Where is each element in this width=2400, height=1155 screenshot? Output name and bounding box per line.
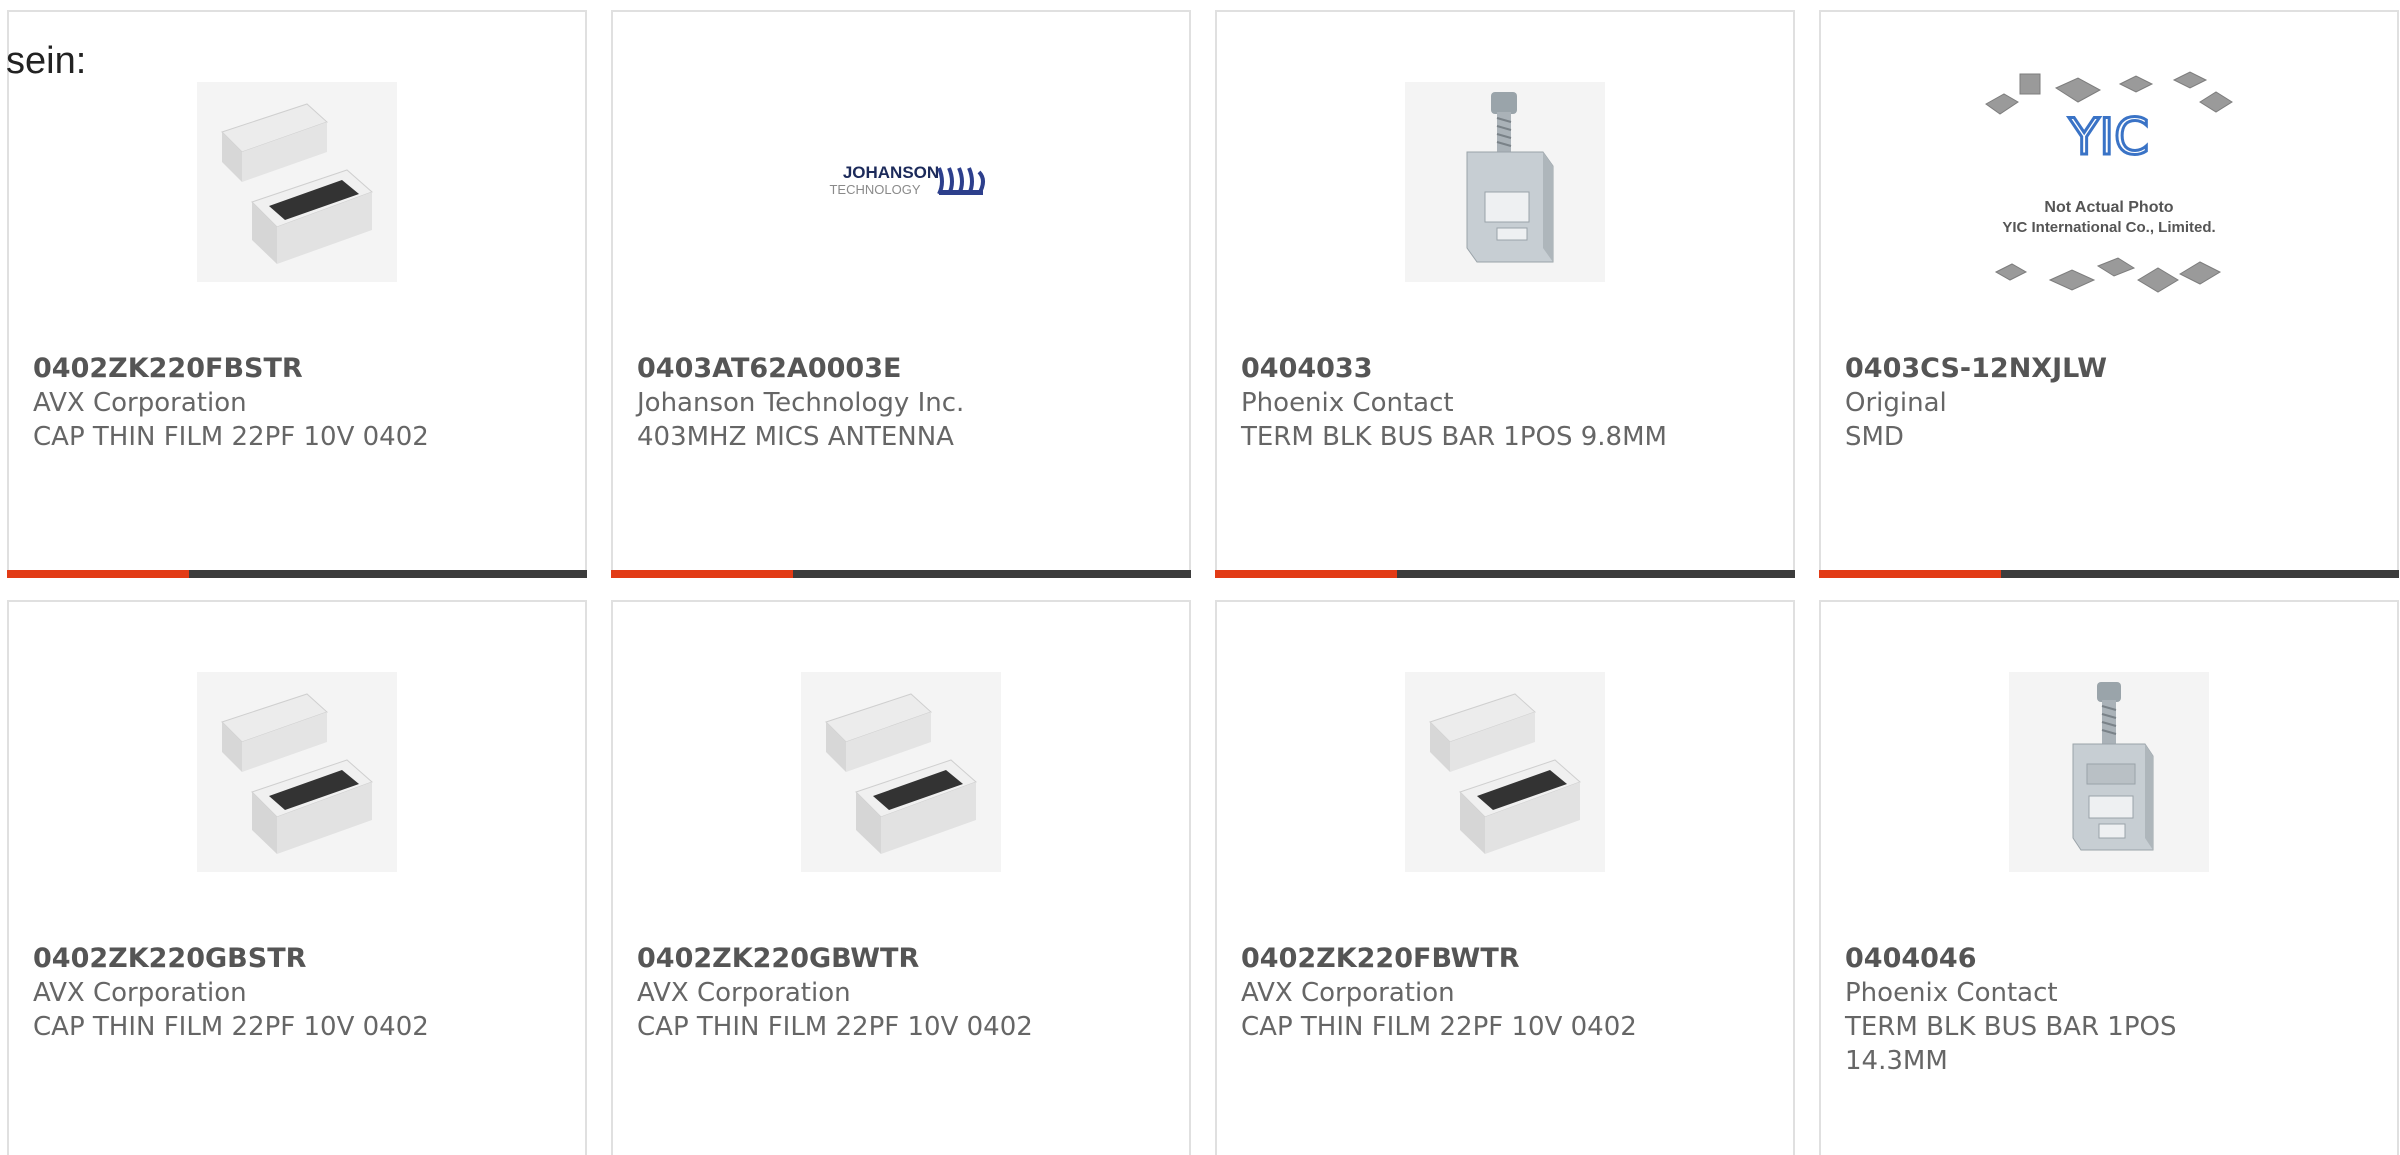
part-number[interactable]: 0403AT62A0003E	[637, 352, 1157, 386]
product-card[interactable]: 0404033 Phoenix Contact TERM BLK BUS BAR…	[1215, 10, 1795, 578]
part-number[interactable]: 0402ZK220FBSTR	[33, 352, 553, 386]
description: TERM BLK BUS BAR 1POS 9.8MM	[1241, 422, 1667, 452]
manufacturer: AVX Corporation	[1241, 978, 1455, 1008]
yic-placeholder-image[interactable]: YIC Not Actual Photo YIC International C…	[1974, 71, 2244, 293]
product-listing-page: sein: 0402ZK220FBSTR AVX Corporation CAP…	[0, 0, 2400, 1155]
product-card[interactable]: 0402ZK220GBWTR AVX Corporation CAP THIN …	[611, 600, 1191, 1155]
description: CAP THIN FILM 22PF 10V 0402	[637, 1012, 1033, 1042]
chip-capacitor-image[interactable]	[1403, 670, 1607, 874]
product-card[interactable]: 0402ZK220FBWTR AVX Corporation CAP THIN …	[1215, 600, 1795, 1155]
description: SMD	[1845, 422, 1904, 452]
product-card[interactable]: 0402ZK220GBSTR AVX Corporation CAP THIN …	[7, 600, 587, 1155]
part-number[interactable]: 0403CS-12NXJLW	[1845, 352, 2365, 386]
description: TERM BLK BUS BAR 1POS 14.3MM	[1845, 1012, 2177, 1076]
manufacturer: Johanson Technology Inc.	[637, 388, 965, 418]
product-card[interactable]: YIC Not Actual Photo YIC International C…	[1819, 10, 2399, 578]
card-accent-bar	[7, 570, 587, 578]
manufacturer: AVX Corporation	[33, 388, 247, 418]
description: CAP THIN FILM 22PF 10V 0402	[33, 1012, 429, 1042]
description: CAP THIN FILM 22PF 10V 0402	[1241, 1012, 1637, 1042]
part-number[interactable]: 0404033	[1241, 352, 1761, 386]
logo-subtext: TECHNOLOGY	[829, 182, 920, 197]
card-accent-bar	[1819, 570, 2399, 578]
part-number[interactable]: 0402ZK220GBSTR	[33, 942, 553, 976]
product-card[interactable]: 0402ZK220FBSTR AVX Corporation CAP THIN …	[7, 10, 587, 578]
description: CAP THIN FILM 22PF 10V 0402	[33, 422, 429, 452]
yic-logo-text: YIC	[2068, 108, 2149, 166]
chip-capacitor-image[interactable]	[799, 670, 1003, 874]
part-number[interactable]: 0402ZK220GBWTR	[637, 942, 1157, 976]
chip-capacitor-image[interactable]	[195, 80, 399, 284]
johanson-logo-image[interactable]: JOHANSON TECHNOLOGY	[799, 80, 1003, 284]
product-grid: 0402ZK220FBSTR AVX Corporation CAP THIN …	[7, 10, 2399, 1155]
product-card[interactable]: 0404046 Phoenix Contact TERM BLK BUS BAR…	[1819, 600, 2399, 1155]
chip-capacitor-image[interactable]	[195, 670, 399, 874]
manufacturer: Phoenix Contact	[1845, 978, 2058, 1008]
card-accent-bar	[611, 570, 1191, 578]
manufacturer: Phoenix Contact	[1241, 388, 1454, 418]
description: 403MHZ MICS ANTENNA	[637, 422, 954, 452]
part-number[interactable]: 0402ZK220FBWTR	[1241, 942, 1761, 976]
bus-bar-terminal-image[interactable]	[2007, 670, 2211, 874]
yic-company-caption: YIC International Co., Limited.	[2002, 219, 2215, 236]
card-accent-bar	[1215, 570, 1795, 578]
manufacturer: Original	[1845, 388, 1947, 418]
logo-text: JOHANSON	[843, 163, 939, 182]
product-card[interactable]: JOHANSON TECHNOLOGY 0403AT62A0003E Johan…	[611, 10, 1191, 578]
not-actual-photo-caption: Not Actual Photo	[2044, 199, 2173, 216]
part-number[interactable]: 0404046	[1845, 942, 2365, 976]
bus-bar-terminal-image[interactable]	[1403, 80, 1607, 284]
manufacturer: AVX Corporation	[33, 978, 247, 1008]
manufacturer: AVX Corporation	[637, 978, 851, 1008]
intro-text: sein:	[6, 40, 87, 82]
